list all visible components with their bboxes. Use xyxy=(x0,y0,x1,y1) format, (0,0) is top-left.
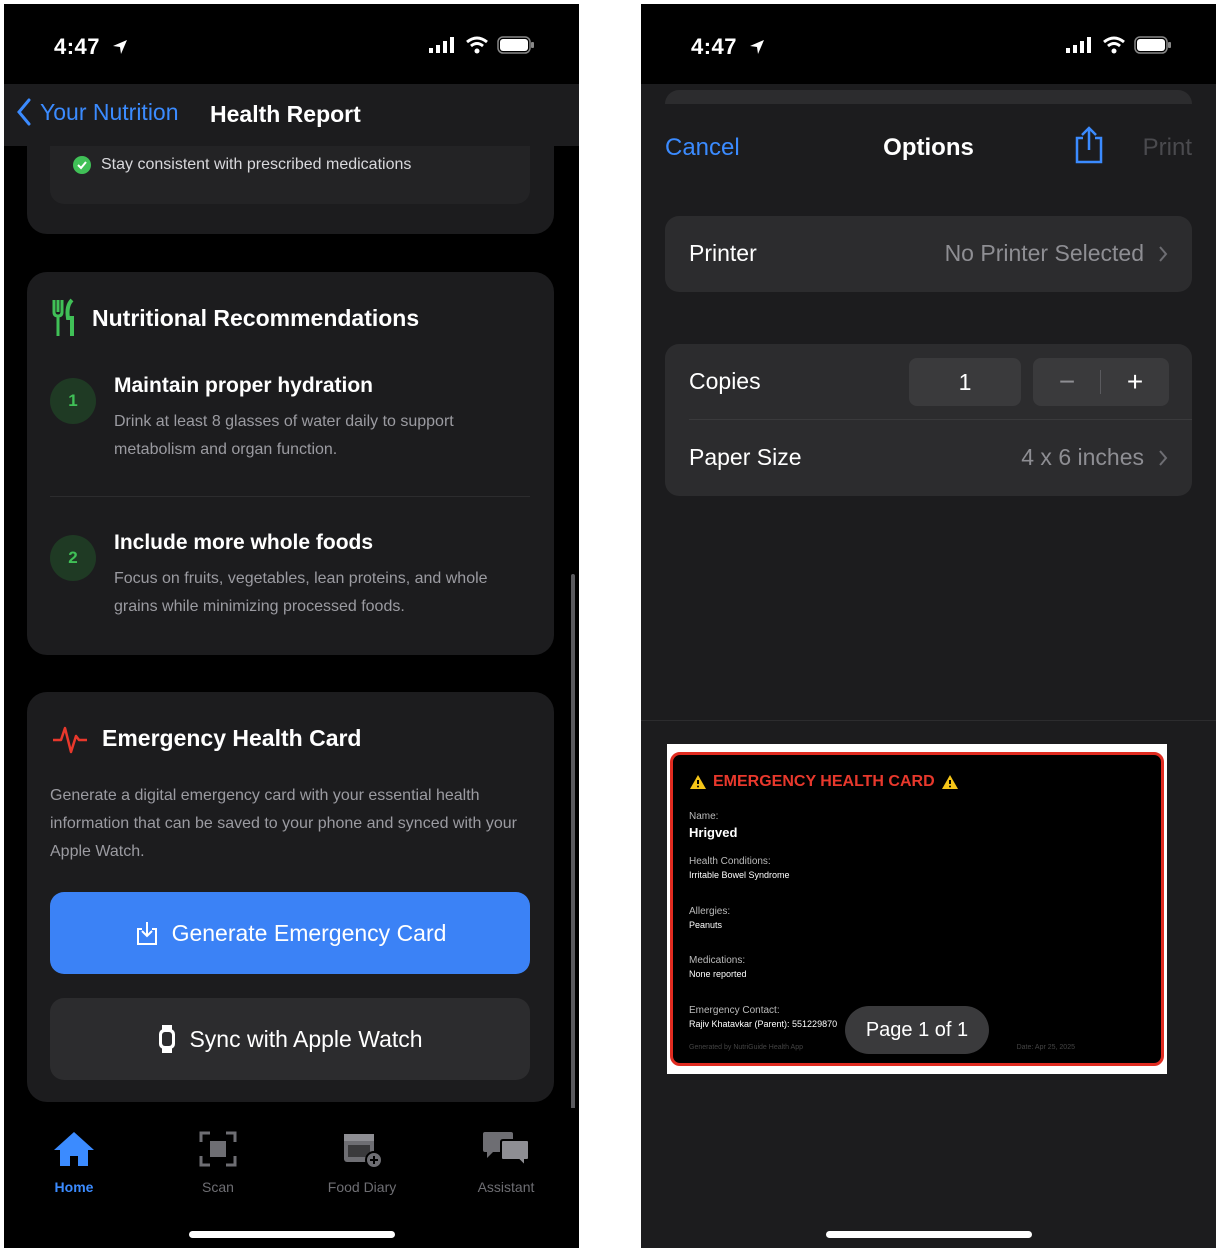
chevron-right-icon xyxy=(1159,245,1168,262)
warning-icon xyxy=(941,775,958,789)
copies-stepper: − + xyxy=(1033,358,1169,406)
location-arrow-icon xyxy=(749,40,764,54)
medications-label: Medications: xyxy=(689,955,746,966)
paper-size-row[interactable]: Paper Size 4 x 6 inches xyxy=(665,420,1192,496)
emergency-health-card-section: Emergency Health Card Generate a digital… xyxy=(27,692,554,1102)
increment-button[interactable]: + xyxy=(1101,358,1169,406)
share-icon xyxy=(1075,126,1103,164)
battery-icon xyxy=(1134,36,1171,54)
home-indicator[interactable] xyxy=(825,1231,1032,1238)
back-button[interactable]: Your Nutrition xyxy=(16,98,179,126)
heartbeat-icon xyxy=(53,726,87,754)
cancel-button[interactable]: Cancel xyxy=(665,134,740,162)
recommendations-title: Nutritional Recommendations xyxy=(92,304,420,331)
recommendation-title: Include more whole foods xyxy=(114,531,374,554)
name-value: Hrigved xyxy=(689,825,738,840)
preview-header: EMERGENCY HEALTH CARD xyxy=(713,773,935,790)
emergency-description: Generate a digital emergency card with y… xyxy=(50,787,517,860)
house-icon xyxy=(54,1132,94,1166)
print-button[interactable]: Print xyxy=(1143,134,1192,162)
print-options-screen: 4:47 Options Cancel Print Printer No Pri… xyxy=(641,4,1216,1248)
tab-scan[interactable]: Scan xyxy=(163,1130,273,1195)
tab-assistant[interactable]: Assistant xyxy=(451,1130,561,1195)
page-title: Health Report xyxy=(210,101,361,127)
check-circle-icon xyxy=(73,156,91,174)
recommendation-description: Drink at least 8 glasses of water daily … xyxy=(114,413,454,458)
tab-label: Scan xyxy=(202,1179,234,1195)
tab-label: Assistant xyxy=(477,1179,535,1195)
emergency-title: Emergency Health Card xyxy=(102,724,362,751)
step-number-badge: 2 xyxy=(50,535,96,581)
battery-icon xyxy=(497,36,534,54)
recommendation-title: Maintain proper hydration xyxy=(114,374,374,397)
apple-watch-icon xyxy=(159,1025,176,1053)
chevron-right-icon xyxy=(1159,449,1168,466)
medications-value: None reported xyxy=(689,969,747,979)
name-label: Name: xyxy=(689,811,719,822)
status-time: 4:47 xyxy=(54,34,101,59)
footer-generated-by: Generated by NutriGuide Health App xyxy=(689,1044,804,1051)
paper-size-label: Paper Size xyxy=(689,444,802,470)
page-count-badge: Page 1 of 1 xyxy=(845,1006,989,1054)
footer-date: Date: Apr 25, 2025 xyxy=(1016,1044,1075,1051)
copies-paper-group: Copies 1 − + Paper Size 4 x 6 inches xyxy=(665,344,1192,496)
home-indicator[interactable] xyxy=(188,1231,395,1238)
paper-size-value: 4 x 6 inches xyxy=(1021,444,1144,470)
status-bar: 4:47 xyxy=(4,4,579,84)
download-icon xyxy=(136,922,157,945)
copies-row: Copies 1 − + xyxy=(665,344,1192,420)
status-time: 4:47 xyxy=(691,34,738,59)
printer-row[interactable]: Printer No Printer Selected xyxy=(665,216,1192,292)
nutritional-recommendations-card: Nutritional Recommendations 1 Maintain p… xyxy=(27,272,554,655)
generate-button-label: Generate Emergency Card xyxy=(171,919,447,946)
contact-value: Rajiv Khatavkar (Parent): 551229870 xyxy=(689,1019,838,1029)
recommendation-description: Focus on fruits, vegetables, lean protei… xyxy=(114,570,488,615)
printer-label: Printer xyxy=(689,240,757,266)
tip-item: Stay consistent with prescribed medicati… xyxy=(73,156,411,174)
generate-emergency-card-button[interactable]: Generate Emergency Card xyxy=(50,892,530,974)
nutrition-app-screen: 4:47 Stay consistent with prescribed med… xyxy=(4,4,579,1248)
wifi-icon xyxy=(466,36,488,54)
chat-bubbles-icon xyxy=(483,1132,530,1169)
wifi-icon xyxy=(1103,36,1125,54)
tab-label: Home xyxy=(54,1179,94,1195)
share-button[interactable] xyxy=(1073,126,1105,169)
conditions-value: Irritable Bowel Syndrome xyxy=(689,870,790,880)
navigation-bar: Your Nutrition Health Report xyxy=(4,84,579,146)
location-arrow-icon xyxy=(112,40,127,54)
tab-label: Food Diary xyxy=(327,1179,397,1195)
allergies-value: Peanuts xyxy=(689,920,723,930)
sync-apple-watch-button[interactable]: Sync with Apple Watch xyxy=(50,998,530,1080)
scan-icon xyxy=(199,1131,237,1167)
chevron-left-icon xyxy=(17,98,31,126)
decrement-button[interactable]: − xyxy=(1033,358,1101,406)
divider xyxy=(50,496,530,497)
cellular-signal-icon xyxy=(429,37,454,53)
step-number-badge: 1 xyxy=(50,378,96,424)
tab-bar: Home Scan Food Diary Assistant xyxy=(4,1108,579,1248)
status-bar: 4:47 xyxy=(641,4,1216,84)
back-label: Your Nutrition xyxy=(40,98,179,125)
tab-home[interactable]: Home xyxy=(19,1130,129,1195)
printer-group: Printer No Printer Selected xyxy=(665,216,1192,292)
tab-food-diary[interactable]: Food Diary xyxy=(307,1130,417,1195)
fork-knife-icon xyxy=(52,298,74,336)
contact-label: Emergency Contact: xyxy=(689,1005,780,1016)
copies-label: Copies xyxy=(689,368,761,394)
sync-button-label: Sync with Apple Watch xyxy=(189,1025,423,1052)
tip-text: Stay consistent with prescribed medicati… xyxy=(101,156,412,173)
copies-input[interactable]: 1 xyxy=(909,358,1021,406)
warning-icon xyxy=(690,775,706,789)
calendar-add-icon xyxy=(344,1134,383,1169)
cellular-signal-icon xyxy=(1066,37,1091,53)
printer-value: No Printer Selected xyxy=(944,240,1144,266)
conditions-label: Health Conditions: xyxy=(689,856,771,867)
allergies-label: Allergies: xyxy=(689,906,731,917)
scrollbar[interactable] xyxy=(571,574,575,1124)
